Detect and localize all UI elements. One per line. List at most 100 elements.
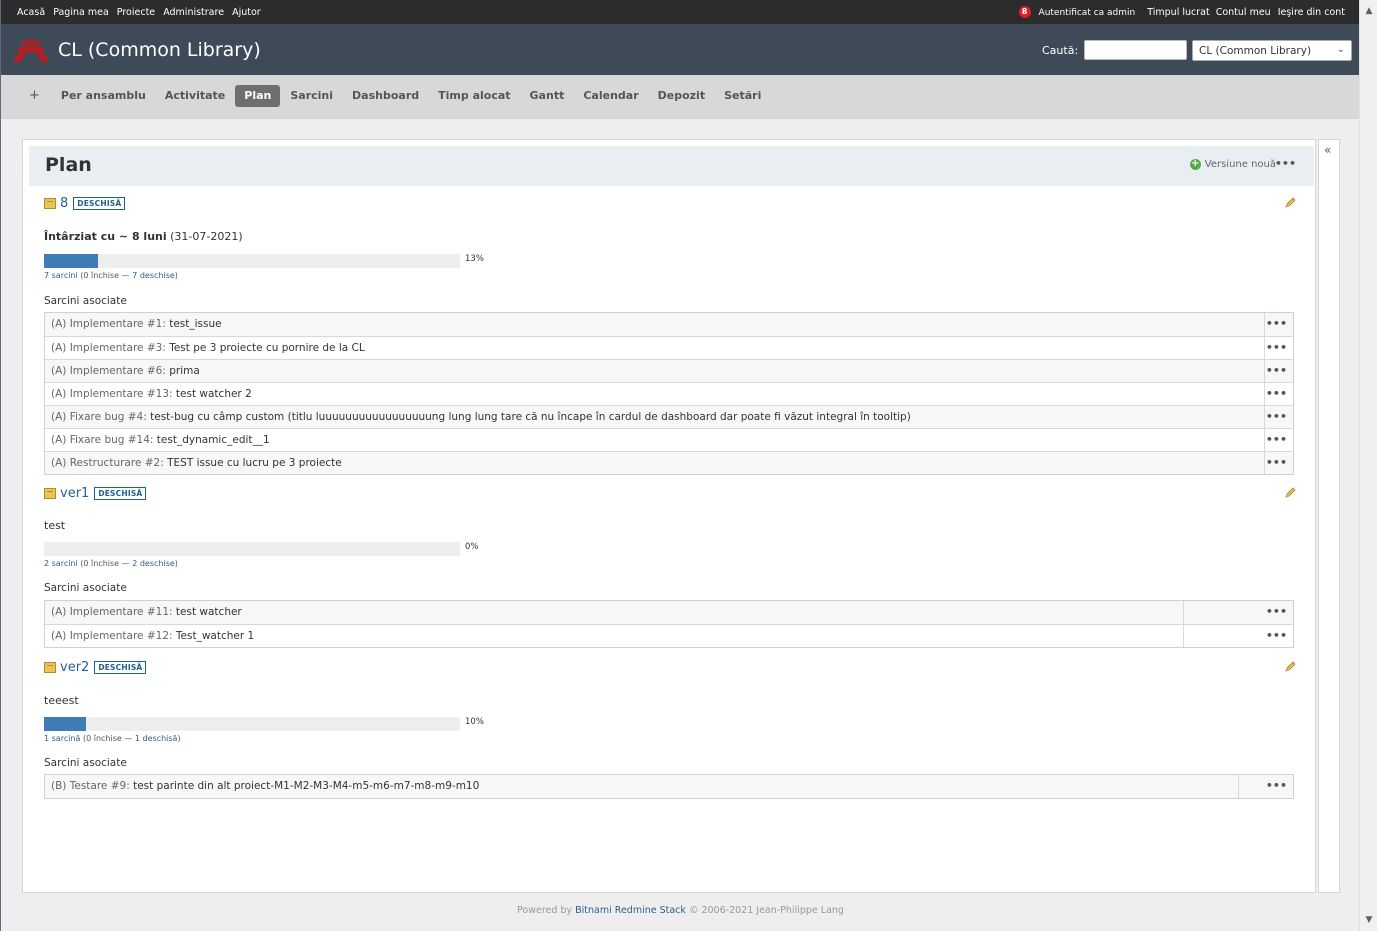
top-link-sign-out[interactable]: Ieşire din cont bbox=[1278, 7, 1345, 18]
edit-pencil-icon[interactable] bbox=[1284, 661, 1296, 673]
issue-subject[interactable]: (B) Testare #9: test parinte din alt pro… bbox=[51, 780, 479, 792]
sidebar-toggle[interactable]: « bbox=[1318, 139, 1340, 893]
open-count-link[interactable]: 1 deschisă bbox=[135, 734, 178, 743]
top-link-administration[interactable]: Administrare bbox=[163, 7, 224, 18]
row-actions-icon[interactable]: ••• bbox=[1266, 410, 1287, 423]
issue-row[interactable]: (A) Fixare bug #14: test_dynamic_edit__1… bbox=[45, 428, 1293, 451]
new-version-link[interactable]: + Versiune nouă bbox=[1189, 159, 1276, 170]
top-menu-left: Acasă Pagina mea Proiecte Administrare A… bbox=[17, 7, 266, 18]
tab-calendar[interactable]: Calendar bbox=[574, 85, 647, 107]
tab-activity[interactable]: Activitate bbox=[156, 85, 234, 107]
progress-percent: 10% bbox=[465, 717, 484, 727]
issues-count-link[interactable]: 1 sarcină bbox=[44, 734, 80, 743]
issue-subject[interactable]: (A) Restructurare #2: TEST issue cu lucr… bbox=[51, 457, 342, 469]
issue-row[interactable]: (A) Implementare #11: test watcher ••• bbox=[45, 601, 1293, 624]
issues-count-link[interactable]: 7 sarcini bbox=[44, 271, 78, 280]
tab-time-entries[interactable]: Timp alocat bbox=[429, 85, 519, 107]
column-divider bbox=[1264, 383, 1265, 405]
edit-pencil-icon[interactable] bbox=[1284, 487, 1296, 499]
vertical-scrollbar[interactable]: ▲ ▼ bbox=[1359, 0, 1377, 931]
tab-dashboard[interactable]: Dashboard bbox=[343, 85, 428, 107]
scroll-down-icon[interactable]: ▼ bbox=[1360, 912, 1377, 928]
top-link-home[interactable]: Acasă bbox=[17, 7, 45, 18]
notification-badge[interactable]: 8 bbox=[1018, 5, 1031, 18]
row-actions-icon[interactable]: ••• bbox=[1266, 341, 1287, 354]
issue-title: test_issue bbox=[165, 318, 222, 330]
issue-subject[interactable]: (A) Implementare #11: test watcher bbox=[51, 606, 242, 618]
version-description: teeest bbox=[44, 694, 79, 707]
progress-percent: 0% bbox=[465, 542, 479, 552]
version-desc-text: test bbox=[44, 519, 66, 532]
version-name-link[interactable]: ver1 bbox=[60, 486, 89, 501]
row-actions-icon[interactable]: ••• bbox=[1266, 605, 1287, 618]
issue-row[interactable]: (A) Implementare #3: Test pe 3 proiecte … bbox=[45, 336, 1293, 359]
issue-row[interactable]: (A) Restructurare #2: TEST issue cu lucr… bbox=[45, 451, 1293, 474]
issue-subject[interactable]: (A) Fixare bug #14: test_dynamic_edit__1 bbox=[51, 434, 270, 446]
top-link-projects[interactable]: Proiecte bbox=[117, 7, 155, 18]
version-block: ver2 DESCHISĂ teeest 10% 1 sarcină (0 în… bbox=[44, 659, 1296, 804]
closed-count-text: (0 închise — bbox=[80, 734, 135, 743]
search-label: Caută: bbox=[1042, 44, 1079, 57]
related-issues-label: Sarcini asociate bbox=[44, 582, 127, 594]
issue-title: Test_watcher 1 bbox=[172, 630, 255, 642]
issue-row[interactable]: (A) Implementare #13: test watcher 2 ••• bbox=[45, 382, 1293, 405]
tab-roadmap[interactable]: Plan bbox=[235, 85, 281, 107]
footer-link[interactable]: Bitnami Redmine Stack bbox=[575, 905, 686, 916]
version-block: ver1 DESCHISĂ test 0% 2 sarcini (0 închi… bbox=[44, 485, 1296, 650]
issue-row[interactable]: (A) Implementare #1: test_issue ••• bbox=[45, 313, 1293, 336]
version-name-link[interactable]: ver2 bbox=[60, 660, 89, 675]
open-count-link[interactable]: 2 deschise bbox=[132, 559, 175, 568]
version-status-badge: DESCHISĂ bbox=[73, 196, 126, 210]
tab-gantt[interactable]: Gantt bbox=[521, 85, 574, 107]
scroll-up-icon[interactable]: ▲ bbox=[1360, 3, 1377, 19]
issue-tracker: (A) Implementare #3: bbox=[51, 342, 166, 354]
top-link-my-account[interactable]: Contul meu bbox=[1216, 7, 1271, 18]
project-title: CL (Common Library) bbox=[58, 39, 261, 61]
issue-row[interactable]: (A) Implementare #12: Test_watcher 1 ••• bbox=[45, 624, 1293, 647]
new-object-button[interactable]: + bbox=[23, 85, 46, 107]
progress-fill bbox=[44, 717, 86, 731]
tab-overview[interactable]: Per ansamblu bbox=[52, 85, 155, 107]
issue-subject[interactable]: (A) Implementare #6: prima bbox=[51, 365, 200, 377]
top-link-my-page[interactable]: Pagina mea bbox=[53, 7, 109, 18]
related-issues-table: (A) Implementare #11: test watcher ••• (A… bbox=[44, 600, 1294, 648]
top-link-help[interactable]: Ajutor bbox=[232, 7, 261, 18]
top-link-time-logged[interactable]: Timpul lucrat bbox=[1147, 7, 1209, 18]
count-end: ) bbox=[177, 734, 181, 743]
row-actions-icon[interactable]: ••• bbox=[1266, 433, 1287, 446]
column-divider bbox=[1264, 429, 1265, 451]
search-input[interactable] bbox=[1084, 40, 1187, 60]
issue-row[interactable]: (A) Fixare bug #4: test-bug cu câmp cust… bbox=[45, 405, 1293, 428]
more-actions-icon[interactable]: ••• bbox=[1275, 157, 1296, 170]
row-actions-icon[interactable]: ••• bbox=[1266, 317, 1287, 330]
tab-repository[interactable]: Depozit bbox=[649, 85, 714, 107]
version-header: 8 DESCHISĂ bbox=[44, 195, 126, 211]
main-menu-tabs: + Per ansamblu Activitate Plan Sarcini D… bbox=[23, 85, 771, 107]
column-divider bbox=[1264, 313, 1265, 336]
issue-row[interactable]: (B) Testare #9: test parinte din alt pro… bbox=[45, 775, 1293, 798]
row-actions-icon[interactable]: ••• bbox=[1266, 456, 1287, 469]
issue-subject[interactable]: (A) Implementare #3: Test pe 3 proiecte … bbox=[51, 342, 365, 354]
edit-pencil-icon[interactable] bbox=[1284, 197, 1296, 209]
row-actions-icon[interactable]: ••• bbox=[1266, 387, 1287, 400]
closed-count-text: (0 închise — bbox=[77, 271, 133, 280]
issue-subject[interactable]: (A) Implementare #12: Test_watcher 1 bbox=[51, 630, 254, 642]
issue-subject[interactable]: (A) Implementare #1: test_issue bbox=[51, 318, 222, 330]
issue-subject[interactable]: (A) Implementare #13: test watcher 2 bbox=[51, 388, 252, 400]
tab-issues[interactable]: Sarcini bbox=[281, 85, 342, 107]
version-progress-bar bbox=[44, 254, 460, 268]
issue-subject[interactable]: (A) Fixare bug #4: test-bug cu câmp cust… bbox=[51, 411, 911, 423]
open-count-link[interactable]: 7 deschise bbox=[132, 271, 175, 280]
related-issues-label: Sarcini asociate bbox=[44, 757, 127, 769]
row-actions-icon[interactable]: ••• bbox=[1266, 364, 1287, 377]
issue-title: test parinte din alt proiect-M1-M2-M3-M4… bbox=[129, 780, 480, 792]
version-description: Întârziat cu ~ 8 luni (31-07-2021) bbox=[44, 230, 243, 243]
version-name-link[interactable]: 8 bbox=[60, 196, 68, 211]
row-actions-icon[interactable]: ••• bbox=[1266, 629, 1287, 642]
issues-count-link[interactable]: 2 sarcini bbox=[44, 559, 78, 568]
row-actions-icon[interactable]: ••• bbox=[1266, 779, 1287, 792]
issue-row[interactable]: (A) Implementare #6: prima ••• bbox=[45, 359, 1293, 382]
issue-tracker: (A) Implementare #12: bbox=[51, 630, 173, 642]
project-jump-select[interactable]: CL (Common Library) ⌄ bbox=[1192, 40, 1352, 61]
tab-settings[interactable]: Setări bbox=[715, 85, 770, 107]
